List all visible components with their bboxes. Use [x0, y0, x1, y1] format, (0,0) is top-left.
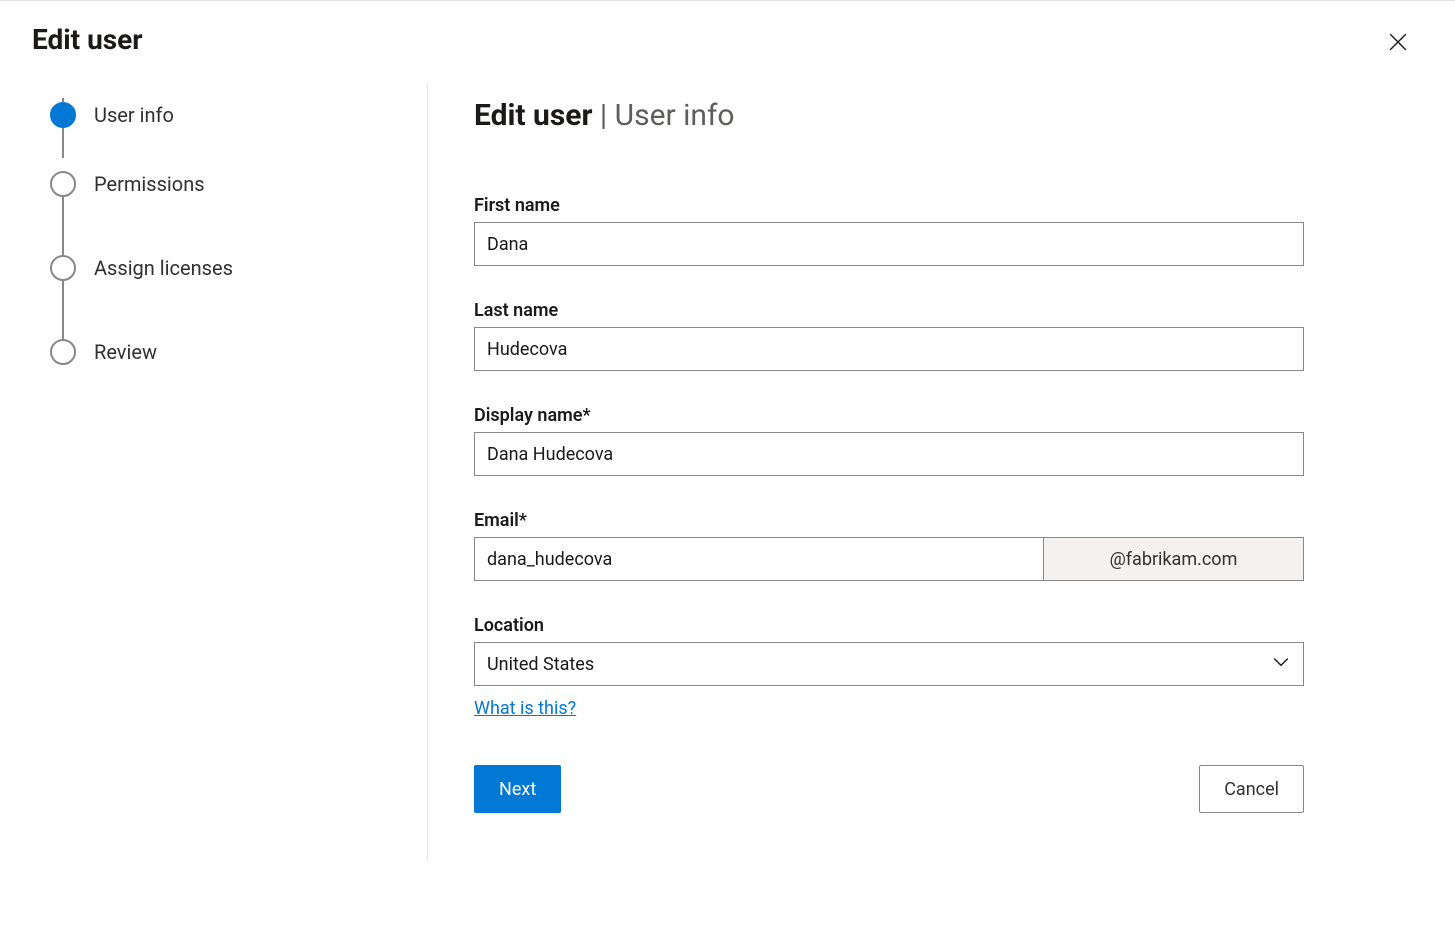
email-input[interactable]	[474, 537, 1044, 581]
last-name-label: Last name	[474, 300, 1308, 321]
step-label: Assign licenses	[94, 256, 233, 280]
page-title: Edit user | User info	[474, 98, 1308, 133]
first-name-input[interactable]	[474, 222, 1304, 266]
next-button[interactable]: Next	[474, 765, 561, 813]
last-name-input[interactable]	[474, 327, 1304, 371]
cancel-button[interactable]: Cancel	[1199, 765, 1304, 813]
step-user-info[interactable]: User info	[50, 102, 427, 142]
main-content: Edit user | User info First name Last na…	[428, 82, 1308, 862]
first-name-label: First name	[474, 195, 1308, 216]
location-label: Location	[474, 615, 1308, 636]
step-assign-licenses[interactable]: Assign licenses	[50, 226, 427, 310]
step-dot-icon	[50, 339, 76, 365]
close-icon	[1389, 39, 1407, 54]
page-title-prefix: Edit user	[474, 98, 592, 133]
panel-title: Edit user	[32, 23, 143, 56]
step-dot-icon	[50, 102, 76, 128]
email-domain-suffix: @fabrikam.com	[1044, 537, 1304, 581]
step-label: Review	[94, 340, 157, 364]
display-name-input[interactable]	[474, 432, 1304, 476]
step-label: User info	[94, 103, 174, 127]
email-label: Email*	[474, 510, 1308, 531]
step-label: Permissions	[94, 172, 205, 196]
location-select[interactable]	[474, 642, 1304, 686]
step-permissions[interactable]: Permissions	[50, 142, 427, 226]
step-review[interactable]: Review	[50, 310, 427, 394]
what-is-this-link[interactable]: What is this?	[474, 698, 576, 719]
page-title-suffix: User info	[615, 98, 735, 133]
display-name-label: Display name*	[474, 405, 1308, 426]
close-button[interactable]	[1383, 27, 1413, 60]
step-dot-icon	[50, 255, 76, 281]
wizard-steps: User info Permissions Assign licenses Re…	[0, 82, 428, 862]
page-title-sep: |	[592, 98, 614, 133]
step-connector	[62, 196, 64, 256]
step-connector	[62, 280, 64, 340]
step-dot-icon	[50, 171, 76, 197]
